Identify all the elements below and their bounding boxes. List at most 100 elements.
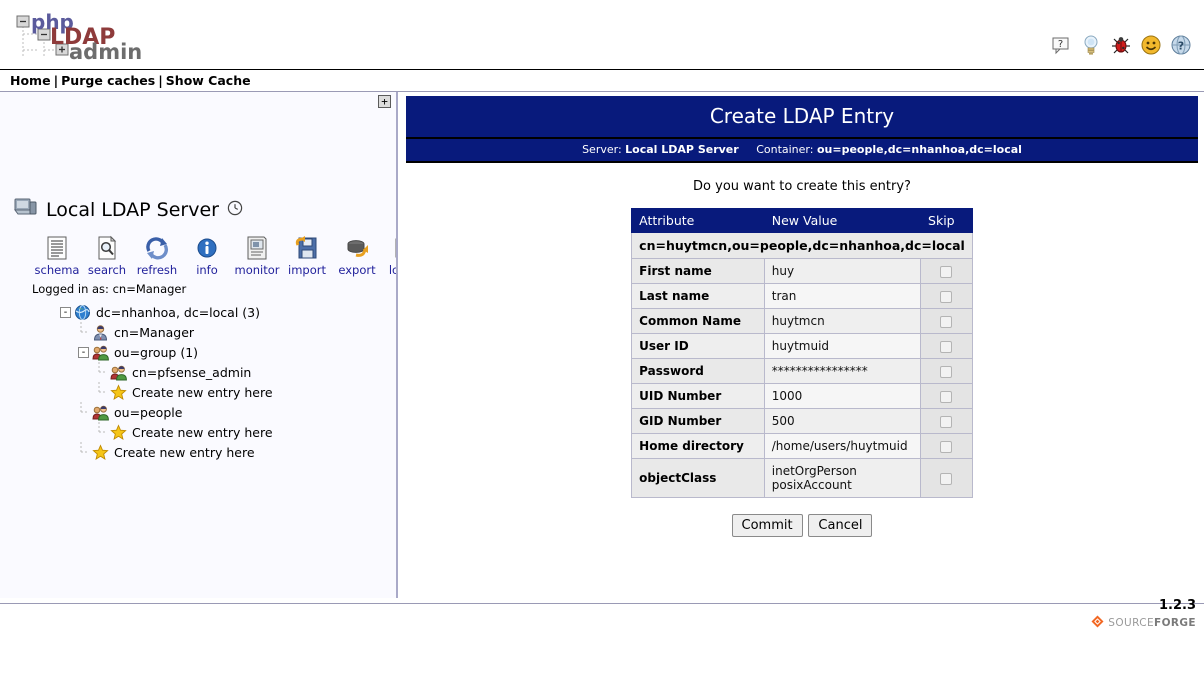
attr-value-first-name: huy	[763, 258, 922, 284]
logout-icon	[393, 235, 396, 261]
sourceforge-text-light: SOURCE	[1108, 617, 1155, 629]
tree-expander-root[interactable]: -	[60, 306, 71, 318]
content-area: + Local LDAP Server schema search refres…	[0, 92, 1204, 673]
skip-checkbox-home-directory[interactable]	[940, 440, 953, 453]
breadcrumb-nav[interactable]: Home | Purge caches | Show Cache	[0, 70, 1204, 92]
nav-home-link[interactable]: Home	[10, 73, 51, 88]
cancel-button[interactable]: Cancel	[808, 514, 873, 537]
skip-checkbox-gid-number[interactable]	[940, 415, 953, 428]
skip-cell-objectclass[interactable]	[920, 458, 973, 498]
server-title: Local LDAP Server	[14, 196, 243, 223]
footer-area: 1.2.3 SOURCEFORGE	[0, 598, 1204, 673]
skip-cell-uid-number[interactable]	[920, 383, 973, 409]
action-buttons[interactable]: Commit Cancel	[400, 514, 1204, 537]
tree-node-create-entry-root[interactable]: Create new entry here	[78, 442, 273, 462]
skip-checkbox-password[interactable]	[940, 365, 953, 378]
sourceforge-badge[interactable]: SOURCEFORGE	[1091, 615, 1196, 631]
toolbar-item-import[interactable]: import	[282, 235, 332, 277]
server-label: Server:	[582, 143, 622, 156]
toolbar-label-refresh: refresh	[136, 263, 178, 277]
table-row-dn: cn=huytmcn,ou=people,dc=nhanhoa,dc=local	[631, 232, 973, 259]
table-row: Password ****************	[631, 358, 973, 384]
attr-value-common-name: huytmcn	[763, 308, 922, 334]
smiley-icon[interactable]	[1140, 34, 1162, 56]
skip-checkbox-common-name[interactable]	[940, 315, 953, 328]
tree-node-pfsense-admin[interactable]: cn=pfsense_admin	[96, 362, 273, 382]
tree-label-pfsense-admin: cn=pfsense_admin	[132, 364, 252, 380]
skip-cell-home-directory[interactable]	[920, 433, 973, 459]
server-toolbar[interactable]: schema search refresh info monitor impor…	[32, 235, 396, 277]
skip-checkbox-first-name[interactable]	[940, 265, 953, 278]
toolbar-label-schema: schema	[34, 263, 80, 277]
top-icon-bar[interactable]: ? ?	[1050, 34, 1192, 56]
ldap-tree[interactable]: - dc=nhanhoa, dc=local (3) cn=Manager - …	[60, 302, 273, 462]
refresh-icon	[143, 235, 171, 261]
toolbar-item-schema[interactable]: schema	[32, 235, 82, 277]
attr-name-home-directory: Home directory	[631, 433, 765, 459]
user-icon	[92, 324, 109, 341]
attr-value-user-id: huytmuid	[763, 333, 922, 359]
skip-cell-gid-number[interactable]	[920, 408, 973, 434]
nav-purge-caches-link[interactable]: Purge caches	[61, 73, 155, 88]
skip-cell-first-name[interactable]	[920, 258, 973, 284]
group-icon	[92, 344, 109, 361]
star-icon	[110, 423, 127, 441]
server-value: Local LDAP Server	[625, 143, 739, 156]
bug-icon[interactable]	[1110, 34, 1132, 56]
attr-name-common-name: Common Name	[631, 308, 765, 334]
toolbar-item-info[interactable]: info	[182, 235, 232, 277]
toolbar-label-search: search	[87, 263, 127, 277]
tree-guide-line	[78, 322, 92, 342]
skip-cell-user-id[interactable]	[920, 333, 973, 359]
tree-guide-line	[96, 362, 110, 382]
tree-label-create-entry-root: Create new entry here	[114, 444, 255, 460]
tree-node-ou-people[interactable]: ou=people	[78, 402, 273, 422]
tree-node-ou-group[interactable]: - ou=group (1)	[78, 342, 273, 362]
table-row: objectClass inetOrgPerson posixAccount	[631, 458, 973, 498]
skip-checkbox-objectclass[interactable]	[940, 472, 953, 485]
col-header-attribute: Attribute	[631, 208, 765, 233]
skip-checkbox-user-id[interactable]	[940, 340, 953, 353]
container-value: ou=people,dc=nhanhoa,dc=local	[816, 143, 1022, 156]
tree-label-ou-people: ou=people	[114, 404, 183, 420]
skip-checkbox-uid-number[interactable]	[940, 390, 953, 403]
nav-separator-2: |	[158, 73, 163, 88]
tree-label-root: dc=nhanhoa, dc=local (3)	[96, 304, 260, 320]
lightbulb-icon[interactable]	[1080, 34, 1102, 56]
tree-guide-line	[78, 402, 92, 422]
table-row: User ID huytmuid	[631, 333, 973, 359]
tree-node-create-entry-group[interactable]: Create new entry here	[96, 382, 273, 402]
toolbar-item-export[interactable]: export	[332, 235, 382, 277]
attr-name-uid-number: UID Number	[631, 383, 765, 409]
tree-label-create-entry-group: Create new entry here	[132, 384, 273, 400]
skip-cell-password[interactable]	[920, 358, 973, 384]
table-row: First name huy	[631, 258, 973, 284]
toolbar-item-refresh[interactable]: refresh	[132, 235, 182, 277]
globe-icon	[74, 304, 91, 321]
logged-in-status: Logged in as: cn=Manager	[32, 282, 187, 296]
tree-node-manager[interactable]: cn=Manager	[78, 322, 273, 342]
sidebar-expand-button[interactable]: +	[378, 95, 391, 108]
question-bubble-icon[interactable]: ?	[1050, 34, 1072, 56]
monitor-icon	[243, 235, 271, 261]
skip-checkbox-last-name[interactable]	[940, 290, 953, 303]
toolbar-item-monitor[interactable]: monitor	[232, 235, 282, 277]
col-header-new-value: New Value	[763, 208, 922, 233]
help-globe-icon[interactable]: ?	[1170, 34, 1192, 56]
svg-text:admin: admin	[69, 40, 142, 64]
tree-node-root[interactable]: - dc=nhanhoa, dc=local (3)	[60, 302, 273, 322]
skip-cell-last-name[interactable]	[920, 283, 973, 309]
tree-node-create-entry-people[interactable]: Create new entry here	[96, 422, 273, 442]
attr-name-password: Password	[631, 358, 765, 384]
server-computer-icon	[14, 196, 38, 223]
tree-label-ou-group: ou=group (1)	[114, 344, 199, 360]
nav-show-cache-link[interactable]: Show Cache	[166, 73, 251, 88]
table-row: UID Number 1000	[631, 383, 973, 409]
skip-cell-common-name[interactable]	[920, 308, 973, 334]
tree-guide-line	[78, 442, 92, 462]
toolbar-item-search[interactable]: search	[82, 235, 132, 277]
tree-expander-ou-group[interactable]: -	[78, 346, 89, 358]
attr-value-uid-number: 1000	[763, 383, 922, 409]
commit-button[interactable]: Commit	[731, 514, 803, 537]
toolbar-item-logout[interactable]: logout	[382, 235, 396, 277]
